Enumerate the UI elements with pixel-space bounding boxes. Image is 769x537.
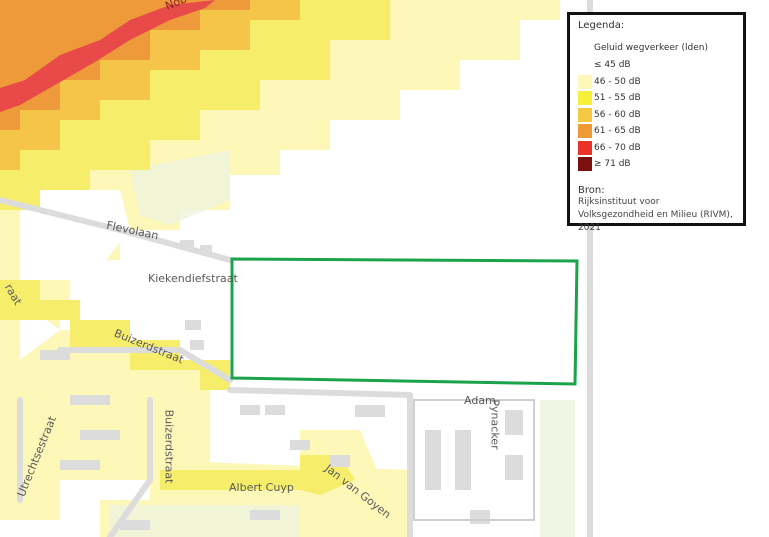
legend-item: 46 - 50 dB — [578, 74, 735, 91]
legend-label: 51 - 55 dB — [594, 93, 641, 104]
legend-source-title: Bron: — [578, 184, 605, 196]
legend-subtitle: Geluid wegverkeer (lden) — [594, 43, 708, 53]
highlighted-plot[interactable] — [230, 257, 579, 386]
legend-item: 61 - 65 dB — [578, 123, 735, 140]
legend-source-text: Rijksinstituut voor Volksgezondheid en M… — [578, 196, 733, 233]
legend-swatch — [578, 58, 592, 73]
legend-item: 51 - 55 dB — [578, 90, 735, 107]
legend-label: 46 - 50 dB — [594, 76, 641, 87]
street-label-buizerdstraat-2: Buizerdstraat — [162, 409, 176, 484]
legend-label: 56 - 60 dB — [594, 109, 641, 120]
legend-label: 66 - 70 dB — [594, 142, 641, 153]
legend-swatch — [578, 107, 592, 122]
legend-item: 56 - 60 dB — [578, 107, 735, 124]
legend-label: 61 - 65 dB — [594, 126, 641, 137]
street-label-albert-cuyp: Albert Cuyp — [229, 481, 294, 494]
street-label-kiekendiefstraat: Kiekendiefstraat — [148, 272, 238, 285]
noise-map[interactable]: Nob Flevolaan Kiekendiefstraat raat Buiz… — [0, 0, 769, 537]
legend-item: 66 - 70 dB — [578, 140, 735, 157]
legend-label: ≥ 71 dB — [594, 159, 631, 170]
map-legend: Legenda: Geluid wegverkeer (lden) ≤ 45 d… — [567, 12, 746, 233]
legend-swatch — [578, 140, 592, 155]
legend-swatch — [578, 74, 592, 89]
legend-item: ≥ 71 dB — [578, 156, 735, 173]
legend-label: ≤ 45 dB — [594, 60, 631, 71]
street-label-pynacker: Pynacker — [488, 399, 502, 450]
legend-swatch — [578, 157, 592, 172]
legend-classes: ≤ 45 dB 46 - 50 dB 51 - 55 dB 56 - 60 dB 61 … — [578, 57, 735, 173]
legend-title: Legenda: — [578, 20, 625, 31]
legend-item: ≤ 45 dB — [578, 57, 735, 74]
legend-swatch — [578, 124, 592, 139]
legend-swatch — [578, 91, 592, 106]
